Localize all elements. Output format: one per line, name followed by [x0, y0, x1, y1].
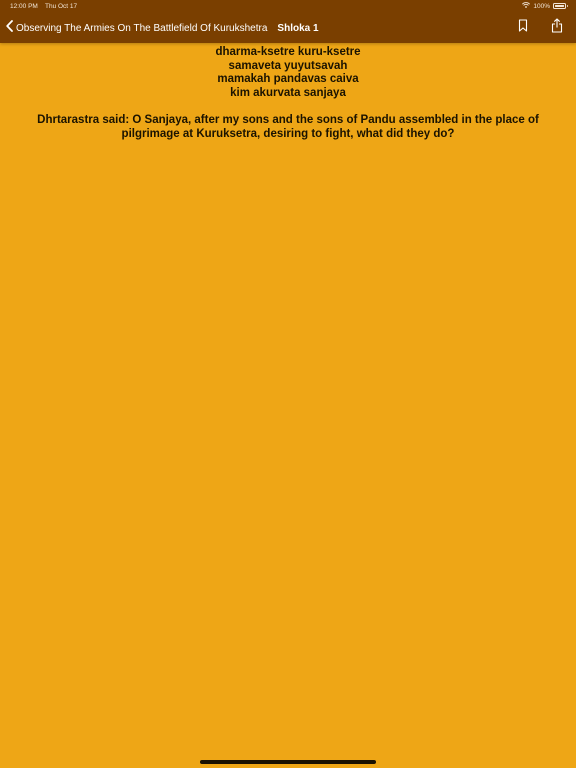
bookmark-icon [518, 19, 528, 37]
top-bar: 12:00 PM Thu Oct 17 100% Observing The A… [0, 0, 576, 43]
verse-line: dharma-ksetre kuru-ksetre [215, 46, 361, 58]
app-screen: 12:00 PM Thu Oct 17 100% Observing The A… [0, 0, 576, 768]
verse-line: samaveta yuyutsavah [228, 59, 348, 72]
shloka-content: dharma-ksetre kuru-ksetre samaveta yuyut… [0, 46, 576, 141]
status-bar: 12:00 PM Thu Oct 17 100% [0, 0, 576, 13]
page-title: Shloka 1 [277, 22, 319, 34]
back-button-label: Observing The Armies On The Battlefield … [16, 22, 268, 34]
verse-line: kim akurvata sanjaya [230, 86, 346, 99]
nav-actions [516, 18, 564, 38]
status-right: 100% [522, 2, 568, 10]
navigation-bar: Observing The Armies On The Battlefield … [0, 14, 576, 42]
battery-icon [553, 3, 568, 9]
share-icon [551, 18, 563, 38]
chevron-left-icon [6, 19, 13, 37]
verse-line: mamakah pandavas caiva [217, 73, 359, 85]
bookmark-button[interactable] [516, 19, 530, 37]
home-indicator[interactable] [200, 760, 376, 764]
sanskrit-verse: dharma-ksetre kuru-ksetre samaveta yuyut… [0, 46, 576, 100]
share-button[interactable] [550, 18, 564, 38]
wifi-icon [522, 2, 531, 10]
status-time: 12:00 PM [10, 3, 38, 10]
translation-text: Dhrtarastra said: O Sanjaya, after my so… [37, 114, 539, 140]
status-date: Thu Oct 17 [45, 3, 78, 10]
back-button[interactable]: Observing The Armies On The Battlefield … [6, 19, 267, 37]
battery-percent: 100% [533, 2, 550, 10]
